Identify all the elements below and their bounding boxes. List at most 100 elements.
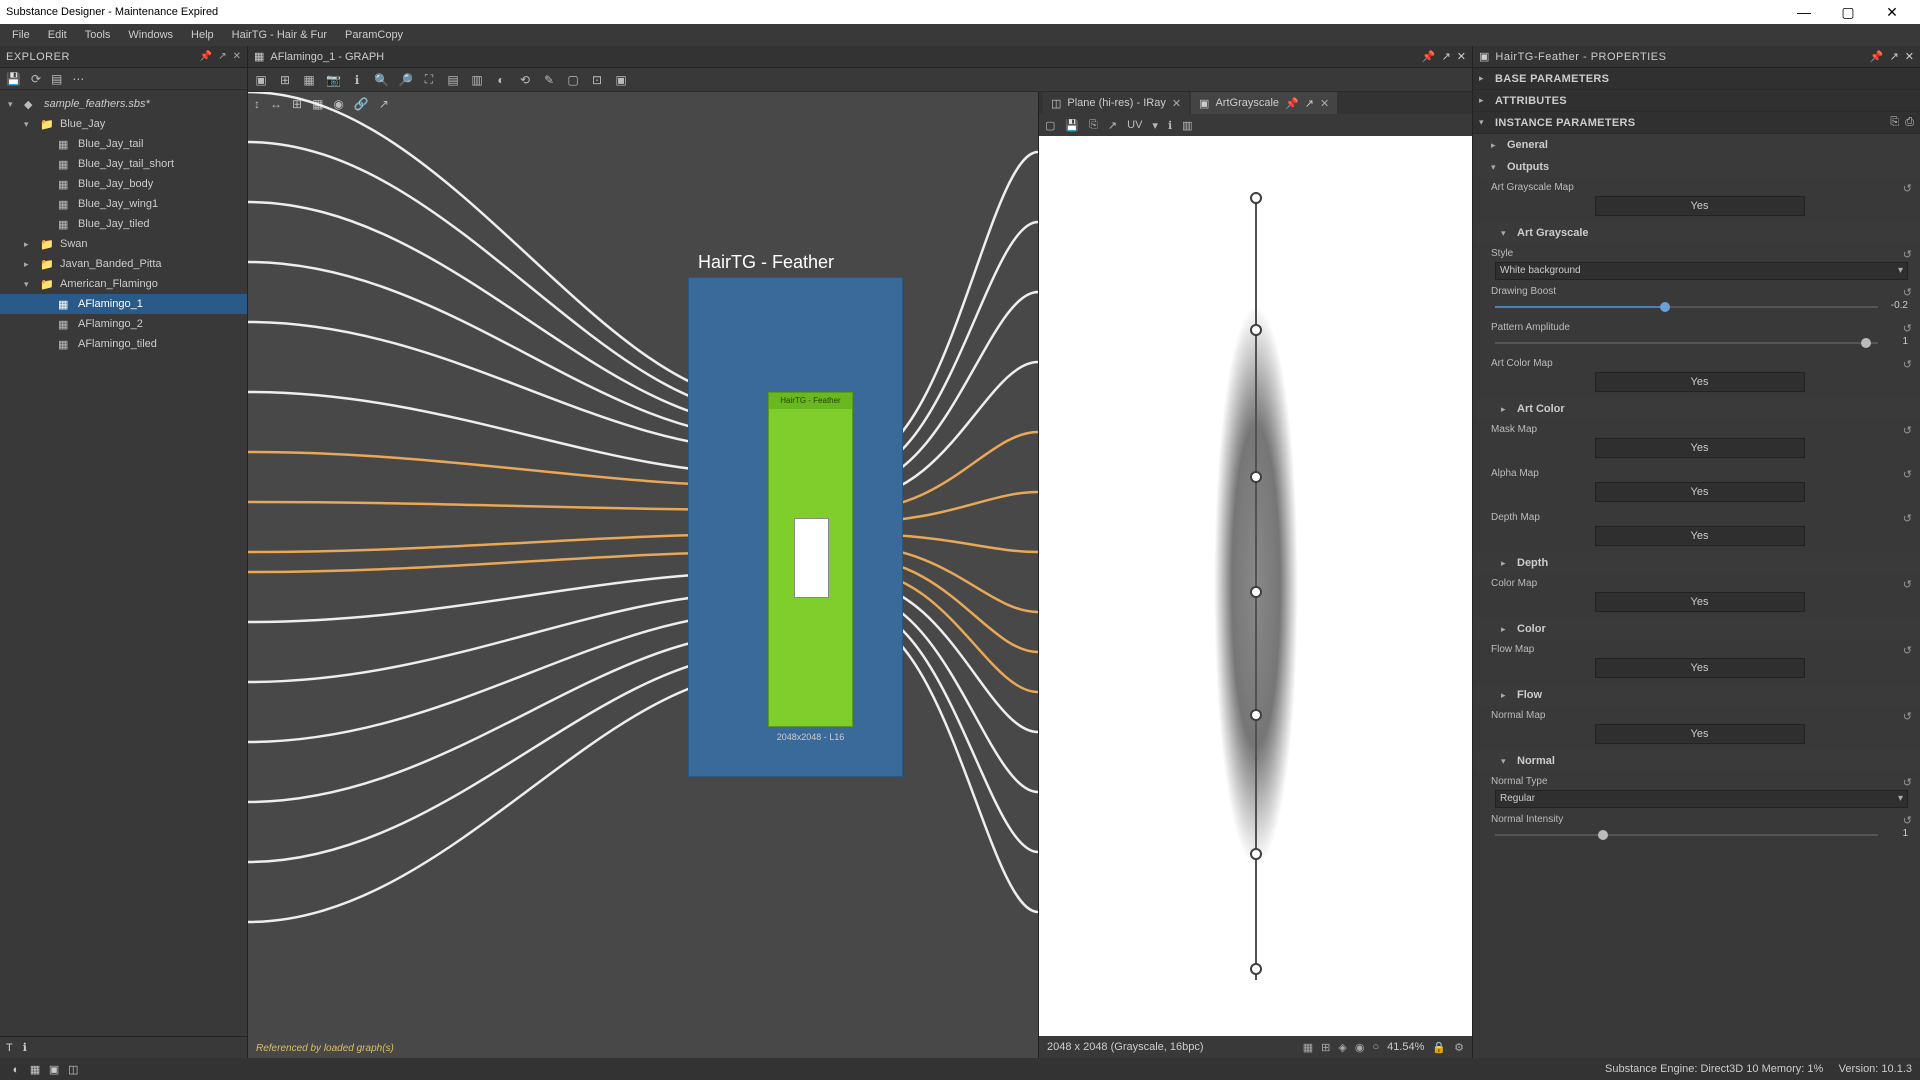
reset-icon[interactable]: ↺ bbox=[1903, 710, 1912, 723]
info-icon[interactable]: ℹ bbox=[23, 1041, 27, 1054]
tool-icon[interactable]: ◉ bbox=[1355, 1041, 1365, 1054]
menu-help[interactable]: Help bbox=[183, 27, 222, 43]
reset-icon[interactable]: ↺ bbox=[1903, 776, 1912, 789]
save-icon[interactable]: 💾 bbox=[6, 72, 21, 86]
tool-icon[interactable]: ⋯ bbox=[72, 72, 84, 86]
minimize-button[interactable]: — bbox=[1782, 4, 1826, 20]
toggle-button[interactable]: Yes bbox=[1595, 658, 1805, 678]
menu-hairtg[interactable]: HairTG - Hair & Fur bbox=[224, 27, 335, 43]
tree-item[interactable]: ▦AFlamingo_tiled bbox=[0, 334, 247, 354]
menu-file[interactable]: File bbox=[4, 27, 38, 43]
chevron-right-icon[interactable]: ▸ bbox=[1491, 140, 1501, 151]
tree-item[interactable]: ▦Blue_Jay_tiled bbox=[0, 214, 247, 234]
info-icon[interactable]: ℹ bbox=[350, 73, 364, 87]
toggle-button[interactable]: Yes bbox=[1595, 526, 1805, 546]
spline-handle[interactable] bbox=[1250, 586, 1262, 598]
pin-icon[interactable]: 📌 bbox=[1422, 50, 1436, 63]
close-icon[interactable]: ✕ bbox=[1320, 97, 1329, 110]
normal-type-select[interactable]: Regular bbox=[1495, 790, 1908, 808]
chevron-down-icon[interactable]: ▾ bbox=[1501, 756, 1511, 767]
toggle-button[interactable]: Yes bbox=[1595, 372, 1805, 392]
new-icon[interactable]: ▢ bbox=[1045, 119, 1055, 132]
chevron-down-icon[interactable]: ▾ bbox=[1479, 117, 1489, 128]
maximize-button[interactable]: ▢ bbox=[1826, 4, 1870, 21]
tool-icon[interactable]: ▣ bbox=[614, 73, 628, 87]
tool-icon[interactable]: ▦ bbox=[312, 97, 323, 111]
histogram-icon[interactable]: ▥ bbox=[1182, 119, 1192, 132]
status-icon[interactable]: ◐ bbox=[8, 1064, 24, 1076]
normal-intensity-slider[interactable]: 1 bbox=[1495, 828, 1908, 842]
properties-body[interactable]: ▸BASE PARAMETERS ▸ATTRIBUTES ▾INSTANCE P… bbox=[1473, 68, 1920, 1058]
align-icon[interactable]: ↔ bbox=[270, 97, 282, 111]
spline-handle[interactable] bbox=[1250, 963, 1262, 975]
tool-icon[interactable]: ◐ bbox=[494, 73, 508, 87]
reset-icon[interactable]: ↺ bbox=[1903, 358, 1912, 371]
close-icon[interactable]: ✕ bbox=[1457, 50, 1466, 63]
tool-icon[interactable]: ⊞ bbox=[278, 73, 292, 87]
toggle-button[interactable]: Yes bbox=[1595, 724, 1805, 744]
grid-icon[interactable]: ▦ bbox=[1303, 1041, 1313, 1054]
lock-icon[interactable]: 🔒 bbox=[1432, 1041, 1446, 1054]
chevron-right-icon[interactable]: ▸ bbox=[1479, 73, 1489, 84]
zoom-out-icon[interactable]: 🔎 bbox=[398, 73, 412, 87]
viewer-canvas[interactable] bbox=[1039, 136, 1472, 1036]
settings-icon[interactable]: ⚙ bbox=[1454, 1041, 1464, 1054]
toggle-button[interactable]: Yes bbox=[1595, 482, 1805, 502]
popout-icon[interactable]: ↗ bbox=[1442, 50, 1451, 63]
tree-folder[interactable]: ▸ 📁 Javan_Banded_Pitta bbox=[0, 254, 247, 274]
popout-icon[interactable]: ↗ bbox=[1305, 97, 1314, 110]
tool-icon[interactable]: ▦ bbox=[302, 73, 316, 87]
tool-icon[interactable]: ▤ bbox=[446, 73, 460, 87]
tree-item[interactable]: ▦Blue_Jay_tail_short bbox=[0, 154, 247, 174]
tree-root[interactable]: ▾ ◆ sample_feathers.sbs* bbox=[0, 94, 247, 114]
menu-windows[interactable]: Windows bbox=[120, 27, 181, 43]
spline-handle[interactable] bbox=[1250, 192, 1262, 204]
drawing-boost-slider[interactable]: -0.2 bbox=[1495, 300, 1908, 314]
menu-paramcopy[interactable]: ParamCopy bbox=[337, 27, 411, 43]
menu-tools[interactable]: Tools bbox=[77, 27, 119, 43]
share-icon[interactable]: ↗ bbox=[1108, 119, 1117, 132]
status-icon[interactable]: ▣ bbox=[46, 1063, 62, 1076]
tree-item-selected[interactable]: ▦AFlamingo_1 bbox=[0, 294, 247, 314]
section-base[interactable]: ▸BASE PARAMETERS bbox=[1473, 68, 1920, 90]
spline-handle[interactable] bbox=[1250, 471, 1262, 483]
reset-icon[interactable]: ↺ bbox=[1903, 322, 1912, 335]
menu-edit[interactable]: Edit bbox=[40, 27, 75, 43]
tool-icon[interactable]: ⊡ bbox=[590, 73, 604, 87]
snap-icon[interactable]: ⊞ bbox=[292, 97, 302, 111]
tool-icon[interactable]: ↗ bbox=[379, 97, 389, 111]
subsection-depth[interactable]: ▸Depth bbox=[1473, 552, 1920, 574]
close-button[interactable]: ✕ bbox=[1870, 4, 1914, 21]
tool-icon[interactable]: ▤ bbox=[51, 72, 62, 86]
tool-icon[interactable]: ⟲ bbox=[518, 73, 532, 87]
chevron-down-icon[interactable]: ▾ bbox=[24, 119, 34, 130]
link-icon[interactable]: 🔗 bbox=[354, 97, 369, 111]
explorer-tree[interactable]: ▾ ◆ sample_feathers.sbs* ▾ 📁 Blue_Jay ▦B… bbox=[0, 90, 247, 1036]
zoom-value[interactable]: 41.54% bbox=[1387, 1041, 1424, 1053]
tool-icon[interactable]: ▣ bbox=[254, 73, 268, 87]
graph-node[interactable]: HairTG - Feather 2048x2048 - L16 bbox=[768, 392, 853, 727]
subsection-art-grayscale[interactable]: ▾Art Grayscale bbox=[1473, 222, 1920, 244]
camera-icon[interactable]: 📷 bbox=[326, 73, 340, 87]
tree-item[interactable]: ▦Blue_Jay_body bbox=[0, 174, 247, 194]
spline-handle[interactable] bbox=[1250, 709, 1262, 721]
reset-icon[interactable]: ↺ bbox=[1903, 286, 1912, 299]
text-icon[interactable]: T bbox=[6, 1042, 13, 1054]
chevron-right-icon[interactable]: ▸ bbox=[24, 239, 34, 250]
section-attributes[interactable]: ▸ATTRIBUTES bbox=[1473, 90, 1920, 112]
copy-icon[interactable]: ⎘ bbox=[1089, 119, 1098, 132]
popout-icon[interactable]: ↗ bbox=[218, 51, 226, 62]
chevron-down-icon[interactable]: ▾ bbox=[1152, 119, 1158, 132]
reset-icon[interactable]: ↺ bbox=[1903, 248, 1912, 261]
tool-icon[interactable]: ○ bbox=[1372, 1041, 1379, 1053]
tool-icon[interactable]: ◉ bbox=[333, 97, 343, 111]
subsection-color[interactable]: ▸Color bbox=[1473, 618, 1920, 640]
chevron-right-icon[interactable]: ▸ bbox=[1479, 95, 1489, 106]
tool-icon[interactable]: ▥ bbox=[470, 73, 484, 87]
fit-icon[interactable]: ⛶ bbox=[422, 72, 436, 87]
close-icon[interactable]: ✕ bbox=[233, 51, 241, 62]
chevron-right-icon[interactable]: ▸ bbox=[1501, 404, 1511, 415]
tool-icon[interactable]: ◈ bbox=[1338, 1041, 1346, 1054]
subsection-outputs[interactable]: ▾Outputs bbox=[1473, 156, 1920, 178]
reset-icon[interactable]: ↺ bbox=[1903, 512, 1912, 525]
